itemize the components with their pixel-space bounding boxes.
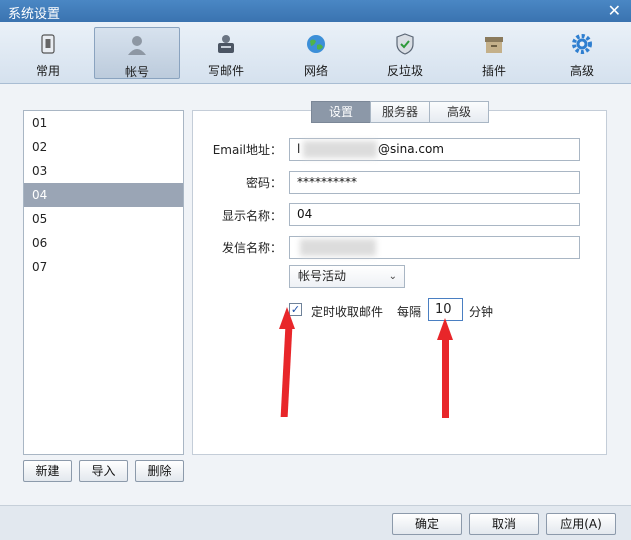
timed-fetch-label: 定时收取邮件 bbox=[311, 305, 384, 319]
email-field[interactable]: l @sina.com bbox=[289, 138, 580, 161]
user-icon bbox=[128, 36, 146, 55]
title-bar: 系统设置 ✕ bbox=[0, 0, 631, 22]
list-item[interactable]: 01 bbox=[24, 111, 183, 135]
box-icon bbox=[485, 37, 503, 53]
password-label: 密码： bbox=[245, 176, 282, 190]
interval-prefix: 每隔 bbox=[397, 305, 422, 319]
toolbar-label: 常用 bbox=[35, 64, 60, 78]
toolbar-label: 高级 bbox=[569, 64, 594, 78]
toolbar-item-account[interactable]: 帐号 bbox=[94, 27, 180, 79]
gear-icon bbox=[572, 34, 592, 54]
toolbar-item-advanced[interactable]: 高级 bbox=[539, 27, 625, 79]
ok-button[interactable]: 确定 bbox=[392, 513, 462, 535]
settings-tabs: 设置 服务器 高级 bbox=[311, 101, 489, 123]
apply-button[interactable]: 应用(A) bbox=[546, 513, 616, 535]
settings-toolbar: 常用 帐号 写邮件 网络 反垃圾 插件 高级 bbox=[0, 22, 631, 84]
toolbar-label: 帐号 bbox=[124, 65, 149, 79]
redacted-blur bbox=[303, 141, 377, 158]
tab-server[interactable]: 服务器 bbox=[370, 101, 430, 123]
email-label: Email地址： bbox=[212, 143, 282, 157]
email-domain: @sina.com bbox=[378, 142, 444, 156]
display-name-label: 显示名称： bbox=[221, 209, 282, 223]
password-field[interactable]: ********** bbox=[289, 171, 580, 194]
window-title: 系统设置 bbox=[8, 7, 61, 22]
sender-name-label: 发信名称： bbox=[221, 241, 282, 255]
select-value: 帐号活动 bbox=[298, 269, 347, 283]
shield-icon bbox=[396, 33, 414, 55]
cancel-button[interactable]: 取消 bbox=[469, 513, 539, 535]
delete-account-button[interactable]: 删除 bbox=[135, 460, 184, 482]
sender-name-field[interactable] bbox=[289, 236, 580, 259]
toolbar-label: 写邮件 bbox=[207, 64, 244, 78]
toolbar-label: 反垃圾 bbox=[386, 64, 423, 78]
list-item[interactable]: 04 bbox=[24, 183, 183, 207]
list-item[interactable]: 07 bbox=[24, 255, 183, 279]
toolbar-item-plugins[interactable]: 插件 bbox=[451, 27, 537, 79]
toolbar-label: 网络 bbox=[303, 64, 328, 78]
chevron-down-icon: ⌄ bbox=[388, 271, 397, 282]
list-item[interactable]: 05 bbox=[24, 207, 183, 231]
account-list[interactable]: 01 02 03 04 05 06 07 bbox=[23, 110, 184, 455]
compose-icon bbox=[218, 35, 234, 53]
new-account-button[interactable]: 新建 bbox=[23, 460, 72, 482]
display-name-field[interactable]: 04 bbox=[289, 203, 580, 226]
account-status-select[interactable]: 帐号活动 ⌄ bbox=[289, 265, 405, 288]
list-item[interactable]: 02 bbox=[24, 135, 183, 159]
globe-icon bbox=[307, 35, 325, 53]
email-prefix: l bbox=[297, 142, 301, 156]
close-icon[interactable]: ✕ bbox=[608, 1, 621, 20]
toolbar-item-network[interactable]: 网络 bbox=[273, 27, 359, 79]
switch-icon bbox=[41, 34, 55, 54]
tab-settings[interactable]: 设置 bbox=[311, 101, 371, 123]
import-button[interactable]: 导入 bbox=[79, 460, 128, 482]
toolbar-item-compose[interactable]: 写邮件 bbox=[183, 27, 269, 79]
list-item[interactable]: 06 bbox=[24, 231, 183, 255]
toolbar-label: 插件 bbox=[481, 64, 506, 78]
interval-unit: 分钟 bbox=[469, 305, 494, 319]
toolbar-item-antispam[interactable]: 反垃圾 bbox=[362, 27, 448, 79]
redacted-blur bbox=[300, 239, 376, 256]
list-item[interactable]: 03 bbox=[24, 159, 183, 183]
toolbar-item-general[interactable]: 常用 bbox=[5, 27, 91, 79]
tab-advanced[interactable]: 高级 bbox=[429, 101, 489, 123]
